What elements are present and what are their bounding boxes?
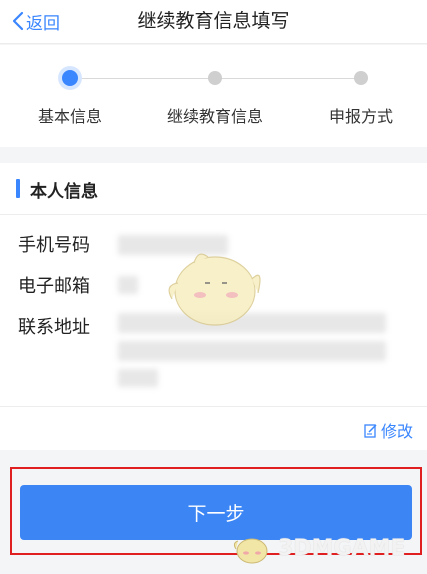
address-value-redacted-line3 xyxy=(118,369,158,387)
edit-button[interactable]: 修改 xyxy=(364,418,413,442)
watermark-text: 3DMGAME xyxy=(278,535,406,561)
edit-label: 修改 xyxy=(380,422,413,441)
step-dot-continuing-education xyxy=(208,71,222,85)
section-title: 本人信息 xyxy=(30,182,98,202)
section-header: 本人信息 xyxy=(0,163,427,215)
mascot-watermark-icon xyxy=(168,253,261,326)
next-step-label: 下一步 xyxy=(187,504,245,525)
step-label-basic-info: 基本信息 xyxy=(37,107,103,126)
edit-row: 修改 xyxy=(0,406,427,450)
edit-icon xyxy=(364,423,377,438)
phone-label: 手机号码 xyxy=(18,235,90,256)
page-title: 继续教育信息填写 xyxy=(137,10,290,32)
email-value-redacted xyxy=(118,276,138,294)
step-dot-declaration-method xyxy=(354,71,368,85)
address-label: 联系地址 xyxy=(18,317,90,338)
site-watermark: 3DMGAME xyxy=(230,528,405,568)
step-label-continuing-education: 继续教育信息 xyxy=(166,107,264,126)
address-value-redacted-line2 xyxy=(118,341,386,361)
step-label-declaration-method: 申报方式 xyxy=(328,107,394,126)
section-accent-bar xyxy=(16,179,20,198)
step-dot-basic-info xyxy=(62,70,78,86)
mascot-logo-icon xyxy=(233,538,268,564)
nav-bar: 返回 继续教育信息填写 xyxy=(0,0,427,44)
progress-steps: 基本信息 继续教育信息 申报方式 xyxy=(0,45,427,147)
email-label: 电子邮箱 xyxy=(18,276,90,297)
